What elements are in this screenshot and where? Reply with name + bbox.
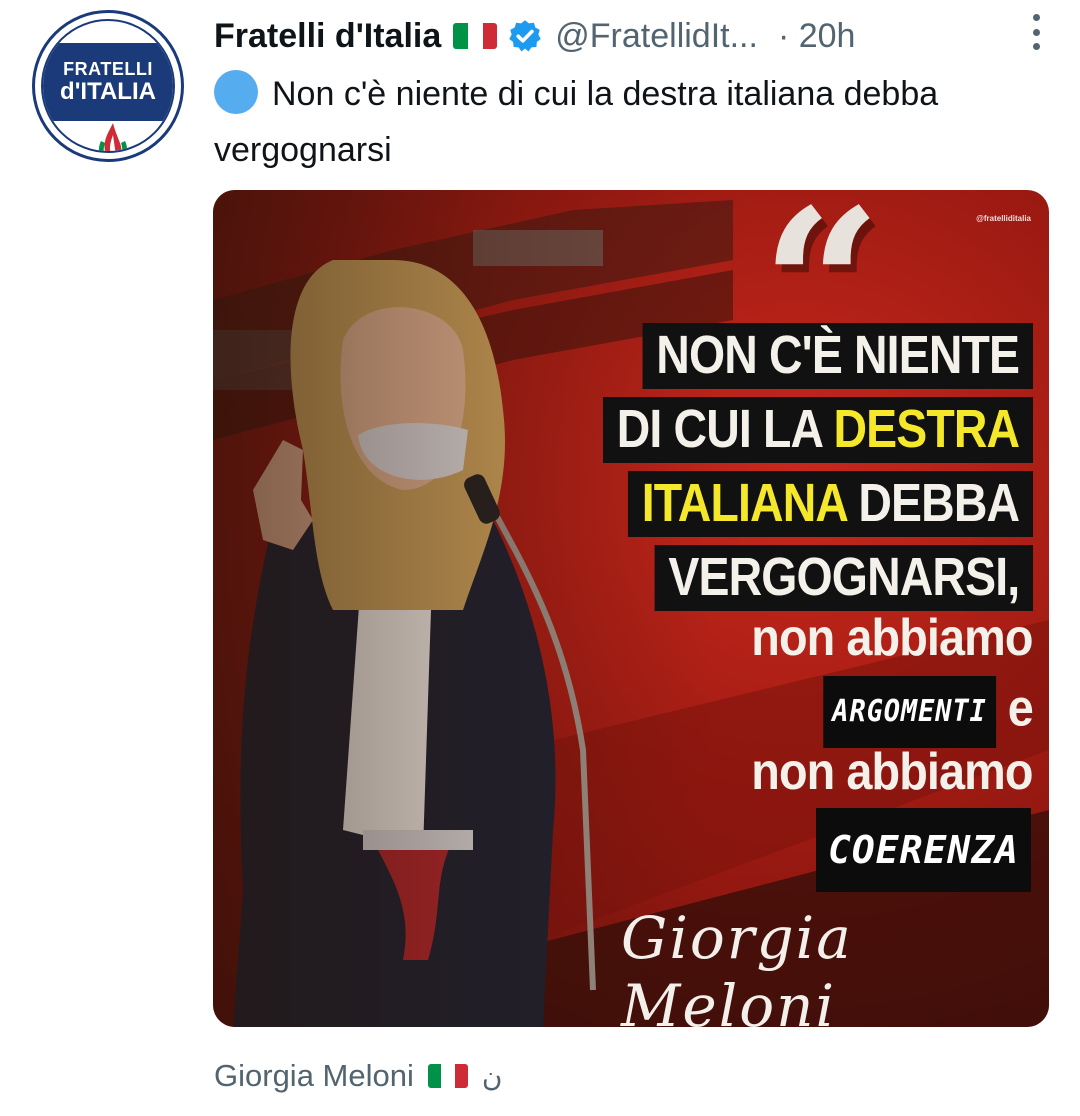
account-handle[interactable]: @FratellidIt... <box>555 17 758 56</box>
image-watermark: @fratelliditalia <box>976 214 1031 223</box>
avatar-band: FRATELLI d'ITALIA <box>43 43 173 121</box>
blue-circle-icon <box>214 70 258 114</box>
more-options-icon[interactable] <box>1030 14 1042 50</box>
quote-line-5: non abbiamo <box>751 609 1034 667</box>
retweeted-by[interactable]: Giorgia Meloni ن <box>214 1054 502 1098</box>
signature: Giorgia Meloni <box>621 904 853 1027</box>
verified-badge-icon <box>509 20 542 52</box>
tweet-body: Non c'è niente di cui la destra italiana… <box>214 75 939 169</box>
quote-line-2: DI CUI LA DESTRA <box>603 397 1033 463</box>
avatar-text-line2: d'ITALIA <box>60 78 156 105</box>
highlight-italiana: ITALIANA <box>641 473 847 533</box>
italian-flag-icon <box>427 1064 468 1088</box>
quote-line-7: non abbiamo <box>751 743 1034 801</box>
quote-line-4: VERGOGNARSI, <box>654 545 1033 611</box>
retweeter-name[interactable]: Giorgia Meloni <box>214 1058 414 1094</box>
tweet-media-image[interactable]: @fratelliditalia “ NON C'È NIENTE DI CUI… <box>213 190 1049 1027</box>
quote-line-3: ITALIANA DEBBA <box>627 471 1033 537</box>
argomenti-box: ARGOMENTI <box>823 676 996 748</box>
italian-flag-icon <box>453 23 498 49</box>
coerenza-box: COERENZA <box>815 808 1031 892</box>
footer-extra-glyph: ن <box>481 1060 503 1092</box>
avatar-logo: FRATELLI d'ITALIA <box>41 19 175 153</box>
tweet-text: Non c'è niente di cui la destra italiana… <box>214 66 1034 178</box>
flame-icon <box>99 123 127 151</box>
quote-line-6: ARGOMENTI e <box>823 676 1034 748</box>
quote-line-1: NON C'È NIENTE <box>642 323 1033 389</box>
display-name[interactable]: Fratelli d'Italia <box>214 17 441 56</box>
quote-line-8: COERENZA <box>815 808 1031 892</box>
highlight-destra: DESTRA <box>833 399 1020 459</box>
tweet-timestamp[interactable]: · 20h <box>778 17 856 56</box>
tweet-header: Fratelli d'Italia @FratellidIt... · 20h <box>214 12 855 60</box>
avatar-text-line1: FRATELLI <box>63 59 153 79</box>
profile-avatar[interactable]: FRATELLI d'ITALIA <box>32 10 184 162</box>
